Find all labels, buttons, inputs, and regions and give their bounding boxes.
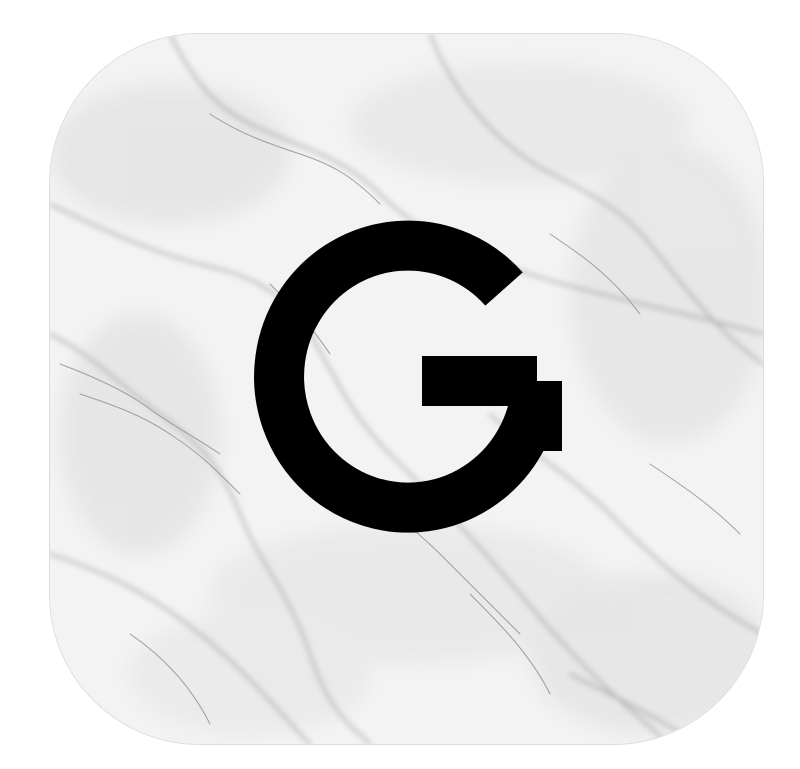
app-icon-graphic <box>50 34 763 744</box>
letter-g-spur <box>512 381 562 451</box>
app-icon[interactable] <box>50 34 763 744</box>
app-icon-canvas <box>0 0 800 769</box>
